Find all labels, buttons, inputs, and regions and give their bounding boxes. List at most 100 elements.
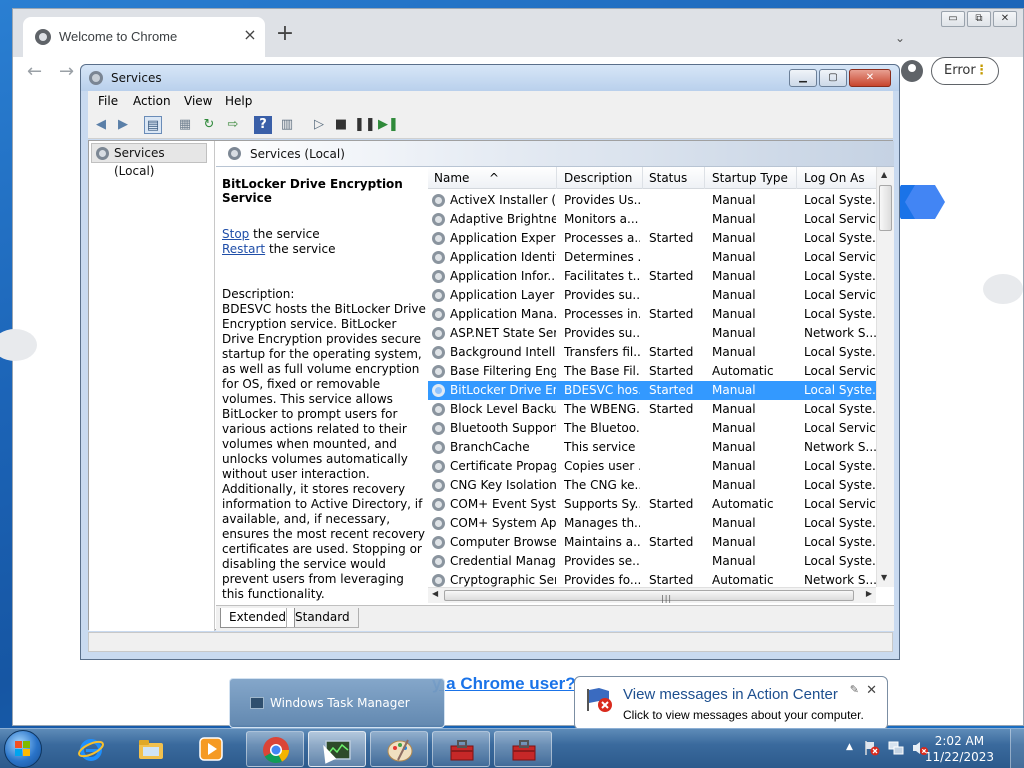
back-arrow-icon[interactable]: ◀	[92, 116, 110, 134]
service-row[interactable]: Application Experi... Processes a... Start…	[428, 229, 876, 248]
show-hide-action-pane-icon[interactable]: ▥	[278, 116, 296, 134]
service-row[interactable]: Background Intelli... Transfers fil... Sta…	[428, 343, 876, 362]
service-row[interactable]: Block Level Backu... The WBENG... Started M…	[428, 400, 876, 419]
chrome-user-link[interactable]: y a Chrome user?	[432, 674, 576, 694]
services-minimize-button[interactable]: ▁	[789, 69, 817, 87]
restart-service-icon[interactable]: ▶❚	[378, 116, 399, 134]
new-tab-button[interactable]: +	[275, 23, 295, 45]
scroll-left-icon[interactable]: ◀	[432, 589, 438, 598]
service-row[interactable]: Bluetooth Support... The Bluetoo... Manual…	[428, 419, 876, 438]
help-icon[interactable]: ?	[254, 116, 272, 134]
service-row[interactable]: Adaptive Brightness Monitors a... Manual Lo…	[428, 210, 876, 229]
taskbar-toolbox-1[interactable]	[432, 731, 490, 767]
service-row[interactable]: ASP.NET State Ser... Provides su... Manual…	[428, 324, 876, 343]
services-close-button[interactable]: ✕	[849, 69, 891, 87]
tab-close-icon[interactable]: ×	[241, 26, 259, 44]
horizontal-scrollbar[interactable]: ◀ ||| ▶	[428, 587, 876, 603]
service-row[interactable]: ActiveX Installer (... Provides Us... Manu…	[428, 191, 876, 210]
refresh-icon[interactable]: ↻	[200, 116, 218, 134]
menu-action[interactable]: Action	[133, 94, 171, 108]
column-separator[interactable]	[704, 167, 705, 189]
forward-icon[interactable]: →	[59, 61, 74, 82]
column-header-description[interactable]: Description	[564, 171, 632, 185]
pause-service-icon[interactable]: ❚❚	[354, 116, 376, 134]
menu-dots-icon[interactable]: ⋮	[975, 58, 988, 84]
services-window: Services ▁ ▢ ✕ File Action View Help ◀ ▶…	[80, 64, 900, 660]
toolbox-icon	[512, 740, 536, 761]
restore-button[interactable]: ⧉	[967, 11, 991, 27]
properties-icon[interactable]: ▦	[176, 116, 194, 134]
service-row[interactable]: COM+ System Ap... Manages th... Manual Loca…	[428, 514, 876, 533]
taskbar-media-player[interactable]	[182, 731, 240, 767]
console-tree-icon[interactable]: ▤	[144, 116, 162, 134]
tab-standard[interactable]: Standard	[286, 608, 359, 628]
tab-extended[interactable]: Extended	[220, 608, 295, 628]
service-row[interactable]: Certificate Propag... Copies user ... Manu…	[428, 457, 876, 476]
stop-service-link[interactable]: Stop	[222, 227, 249, 241]
services-body: Services (Local) Services (Local) BitLoc…	[88, 140, 894, 631]
profile-icon[interactable]	[901, 60, 923, 82]
column-header-startup-type[interactable]: Startup Type	[712, 171, 788, 185]
start-service-icon[interactable]: ▷	[310, 116, 328, 134]
close-button[interactable]: ✕	[993, 11, 1017, 27]
service-log-on-as: Local Syste...	[804, 193, 876, 207]
vertical-scrollbar[interactable]: ▲ ▼	[876, 167, 894, 587]
taskbar-toolbox-2[interactable]	[494, 731, 552, 767]
stop-service-icon[interactable]: ■	[332, 116, 350, 134]
taskbar-clock[interactable]: 2:02 AM 11/22/2023	[925, 733, 994, 765]
task-manager-thumbnail[interactable]: Windows Task Manager	[229, 678, 445, 728]
show-desktop-button[interactable]	[1010, 729, 1024, 768]
service-row[interactable]: Computer Browser Maintains a... Started Man…	[428, 533, 876, 552]
restart-service-link[interactable]: Restart	[222, 242, 265, 256]
balloon-close-icon[interactable]: ✕	[866, 683, 877, 698]
balloon-title[interactable]: View messages in Action Center	[623, 686, 838, 703]
action-center-balloon[interactable]: View messages in Action Center Click to …	[574, 676, 888, 730]
column-separator[interactable]	[556, 167, 557, 189]
taskbar-windows-explorer[interactable]	[122, 731, 180, 767]
tree-item-services-local[interactable]: Services (Local)	[91, 143, 207, 178]
pin-icon[interactable]: ✎	[850, 683, 859, 696]
minimize-button[interactable]: ▭	[941, 11, 965, 27]
service-row[interactable]: Application Identity Determines ... Manual…	[428, 248, 876, 267]
services-title-bar[interactable]: Services ▁ ▢ ✕	[81, 65, 899, 91]
horizontal-scroll-thumb[interactable]: |||	[444, 590, 854, 603]
scroll-up-icon[interactable]: ▲	[881, 170, 887, 179]
export-list-icon[interactable]: ⇨	[224, 116, 242, 134]
tab-search-icon[interactable]: ⌄	[895, 31, 905, 45]
error-button[interactable]: Error ⋮	[931, 57, 999, 85]
vertical-scroll-thumb[interactable]	[879, 185, 892, 231]
column-header-name[interactable]: Name	[434, 171, 469, 185]
service-row[interactable]: Application Layer ... Provides su... Manua…	[428, 286, 876, 305]
taskbar-internet-explorer[interactable]	[62, 731, 120, 767]
service-row[interactable]: BranchCache This service ... Manual Network…	[428, 438, 876, 457]
service-row[interactable]: Base Filtering Engi... The Base Fil... Sta…	[428, 362, 876, 381]
forward-arrow-icon[interactable]: ▶	[114, 116, 132, 134]
scroll-right-icon[interactable]: ▶	[866, 589, 872, 598]
menu-help[interactable]: Help	[225, 94, 252, 108]
menu-view[interactable]: View	[184, 94, 212, 108]
back-icon[interactable]: ←	[27, 61, 42, 82]
column-separator[interactable]	[796, 167, 797, 189]
service-row[interactable]: Credential Manager Provides se... Manual Lo…	[428, 552, 876, 571]
chrome-tab-welcome[interactable]: Welcome to Chrome ×	[23, 17, 265, 57]
taskbar-paint[interactable]	[370, 731, 428, 767]
service-row[interactable]: BitLocker Drive En... BDESVC hos... Starte…	[428, 381, 876, 400]
scroll-down-icon[interactable]: ▼	[881, 573, 887, 582]
service-row[interactable]: CNG Key Isolation The CNG ke... Manual Loca…	[428, 476, 876, 495]
network-icon[interactable]	[888, 740, 904, 756]
taskbar-services[interactable]	[308, 731, 366, 767]
toolbox-icon	[450, 740, 474, 761]
service-row[interactable]: COM+ Event Syst... Supports Sy... Started A…	[428, 495, 876, 514]
action-center-tray-icon[interactable]	[864, 740, 880, 756]
column-header-log-on-as[interactable]: Log On As	[804, 171, 865, 185]
column-separator[interactable]	[642, 167, 643, 189]
service-log-on-as: Local Service	[804, 250, 876, 264]
show-hidden-icons[interactable]: ▲	[846, 742, 853, 752]
taskbar-chrome[interactable]	[246, 731, 304, 767]
service-row[interactable]: Application Mana... Processes in... Starte…	[428, 305, 876, 324]
service-row[interactable]: Application Infor... Facilitates t... Star…	[428, 267, 876, 286]
start-button[interactable]	[4, 730, 42, 768]
column-header-status[interactable]: Status	[649, 171, 687, 185]
services-maximize-button[interactable]: ▢	[819, 69, 847, 87]
menu-file[interactable]: File	[98, 94, 118, 108]
